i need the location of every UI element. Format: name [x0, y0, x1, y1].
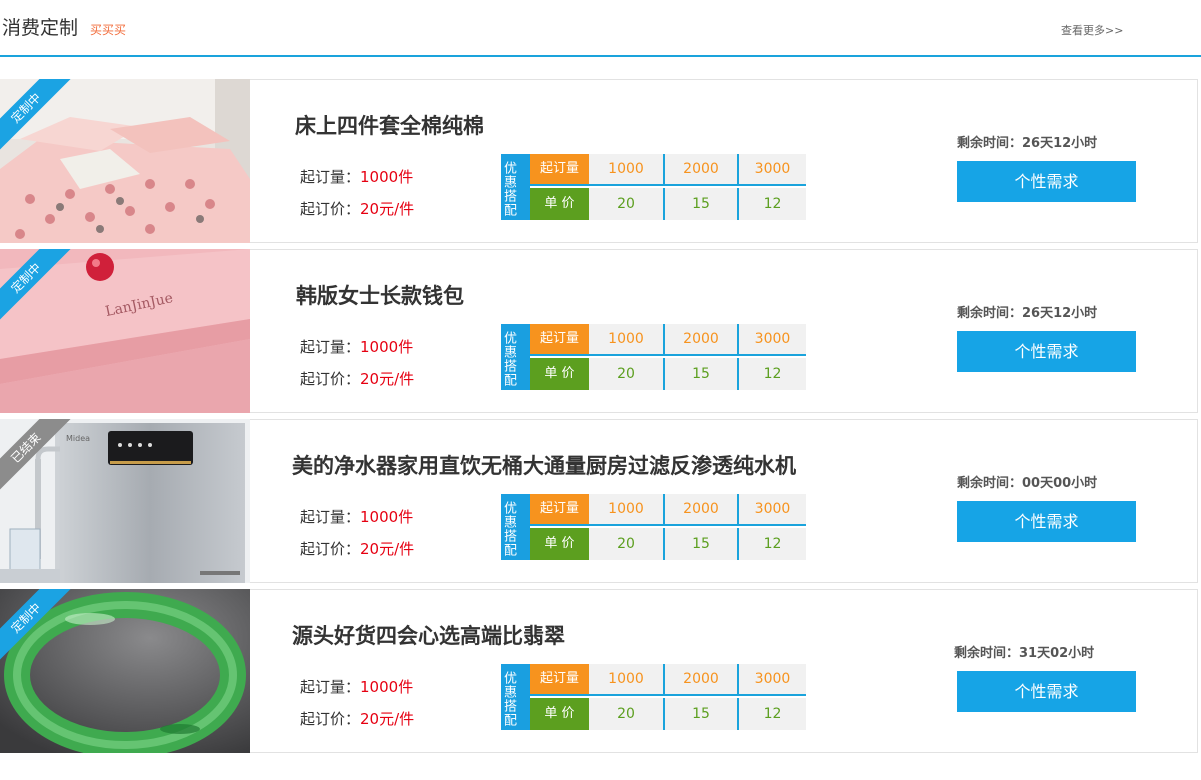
mop-line: 起订价：20元/件	[300, 368, 414, 389]
product-card: Midea 已结束 美的净水器家用直饮无桶大通量厨房过滤反渗透纯水机 起订量：1…	[0, 419, 1198, 583]
tier-qty: 2000	[663, 494, 737, 526]
mop-line: 起订价：20元/件	[300, 198, 414, 219]
mop-value: 20元/件	[360, 200, 415, 218]
section-title: 消费定制	[2, 17, 79, 39]
custom-request-button[interactable]: 个性需求	[957, 331, 1136, 372]
mop-value: 20元/件	[360, 540, 415, 558]
moq-value: 1000件	[360, 678, 414, 696]
moq-label: 起订量：	[300, 678, 361, 696]
tier-qty: 3000	[737, 664, 806, 696]
tier-qty: 2000	[663, 664, 737, 696]
tier-qty-label: 起订量	[530, 324, 589, 356]
product-card: 定制中 床上四件套全棉纯棉 起订量：1000件 起订价：20元/件 优惠搭配 起…	[0, 79, 1198, 243]
tier-qty-label: 起订量	[530, 494, 589, 526]
moq-line: 起订量：1000件	[300, 166, 413, 187]
tier-qty: 1000	[589, 324, 663, 356]
tier-price: 20	[589, 358, 663, 390]
product-image-jade[interactable]: 定制中	[0, 589, 250, 753]
product-image-bedding[interactable]: 定制中	[0, 79, 250, 243]
tier-price-label: 单 价	[530, 528, 589, 560]
moq-line: 起订量：1000件	[300, 336, 413, 357]
tier-price-label: 单 价	[530, 358, 589, 390]
tier-qty: 2000	[663, 324, 737, 356]
custom-request-button[interactable]: 个性需求	[957, 671, 1136, 712]
discount-badge: 优惠搭配	[501, 154, 530, 220]
tier-price: 12	[737, 698, 806, 730]
time-remaining: 剩余时间：26天12小时	[957, 306, 1098, 321]
product-image-purifier[interactable]: Midea 已结束	[0, 419, 250, 583]
tier-qty: 1000	[589, 664, 663, 696]
price-tier-table: 优惠搭配 起订量 单 价 1000 2000 3000 20 15 12	[501, 494, 806, 560]
custom-request-button[interactable]: 个性需求	[957, 501, 1136, 542]
moq-line: 起订量：1000件	[300, 506, 413, 527]
product-name[interactable]: 床上四件套全棉纯棉	[295, 110, 484, 140]
view-more-link[interactable]: 查看更多>>	[1061, 22, 1123, 38]
tier-qty: 1000	[589, 154, 663, 186]
mop-line: 起订价：20元/件	[300, 538, 414, 559]
discount-badge: 优惠搭配	[501, 494, 530, 560]
tier-qty: 2000	[663, 154, 737, 186]
product-name[interactable]: 美的净水器家用直饮无桶大通量厨房过滤反渗透纯水机	[292, 450, 796, 480]
section-header: 消费定制 买买买 查看更多>>	[0, 0, 1201, 57]
tier-price: 20	[589, 188, 663, 220]
tier-qty-label: 起订量	[530, 154, 589, 186]
price-tier-table: 优惠搭配 起订量 单 价 1000 2000 3000 20 15 12	[501, 154, 806, 220]
discount-badge: 优惠搭配	[501, 664, 530, 730]
moq-line: 起订量：1000件	[300, 676, 413, 697]
custom-request-button[interactable]: 个性需求	[957, 161, 1136, 202]
tier-price: 20	[589, 528, 663, 560]
mop-value: 20元/件	[360, 370, 415, 388]
mop-line: 起订价：20元/件	[300, 708, 414, 729]
tier-price: 12	[737, 528, 806, 560]
tier-qty: 3000	[737, 324, 806, 356]
tier-price: 15	[663, 528, 737, 560]
moq-label: 起订量：	[300, 338, 361, 356]
mop-label: 起订价：	[300, 370, 361, 388]
time-remaining: 剩余时间：31天02小时	[954, 646, 1095, 661]
product-card: LanJinJue 定制中 韩版女士长款钱包 起订量：1000件 起订价：20元…	[0, 249, 1198, 413]
time-remaining: 剩余时间：26天12小时	[957, 136, 1098, 151]
discount-badge: 优惠搭配	[501, 324, 530, 390]
tier-price-label: 单 价	[530, 698, 589, 730]
moq-value: 1000件	[360, 168, 414, 186]
time-remaining: 剩余时间：00天00小时	[957, 476, 1098, 491]
tier-qty-label: 起订量	[530, 664, 589, 696]
product-name[interactable]: 源头好货四会心选高端比翡翠	[292, 620, 565, 650]
purifier-brand-text: Midea	[66, 434, 90, 443]
product-image-wallet[interactable]: LanJinJue 定制中	[0, 249, 250, 413]
moq-value: 1000件	[360, 338, 414, 356]
mop-label: 起订价：	[300, 540, 361, 558]
price-tier-table: 优惠搭配 起订量 单 价 1000 2000 3000 20 15 12	[501, 664, 806, 730]
mop-value: 20元/件	[360, 710, 415, 728]
tier-qty: 3000	[737, 494, 806, 526]
tier-qty: 3000	[737, 154, 806, 186]
section-subtitle: 买买买	[90, 23, 127, 37]
product-card: 定制中 源头好货四会心选高端比翡翠 起订量：1000件 起订价：20元/件 优惠…	[0, 589, 1198, 753]
price-tier-table: 优惠搭配 起订量 单 价 1000 2000 3000 20 15 12	[501, 324, 806, 390]
tier-price-label: 单 价	[530, 188, 589, 220]
tier-price: 15	[663, 188, 737, 220]
tier-price: 20	[589, 698, 663, 730]
tier-price: 15	[663, 358, 737, 390]
product-name[interactable]: 韩版女士长款钱包	[296, 280, 464, 310]
tier-price: 12	[737, 188, 806, 220]
mop-label: 起订价：	[300, 710, 361, 728]
moq-value: 1000件	[360, 508, 414, 526]
moq-label: 起订量：	[300, 168, 361, 186]
tier-qty: 1000	[589, 494, 663, 526]
moq-label: 起订量：	[300, 508, 361, 526]
tier-price: 12	[737, 358, 806, 390]
mop-label: 起订价：	[300, 200, 361, 218]
tier-price: 15	[663, 698, 737, 730]
